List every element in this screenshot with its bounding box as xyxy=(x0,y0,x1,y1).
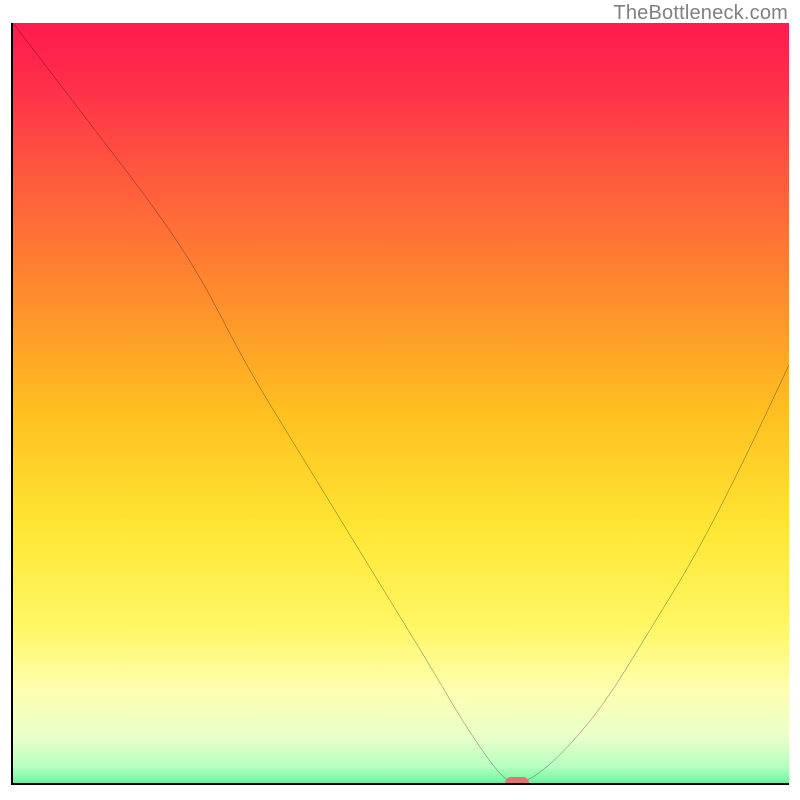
watermark-text: TheBottleneck.com xyxy=(613,2,788,25)
optimum-marker xyxy=(505,777,529,785)
bottleneck-curve xyxy=(13,23,789,783)
plot-area xyxy=(11,23,789,785)
chart-frame: TheBottleneck.com xyxy=(0,0,800,800)
